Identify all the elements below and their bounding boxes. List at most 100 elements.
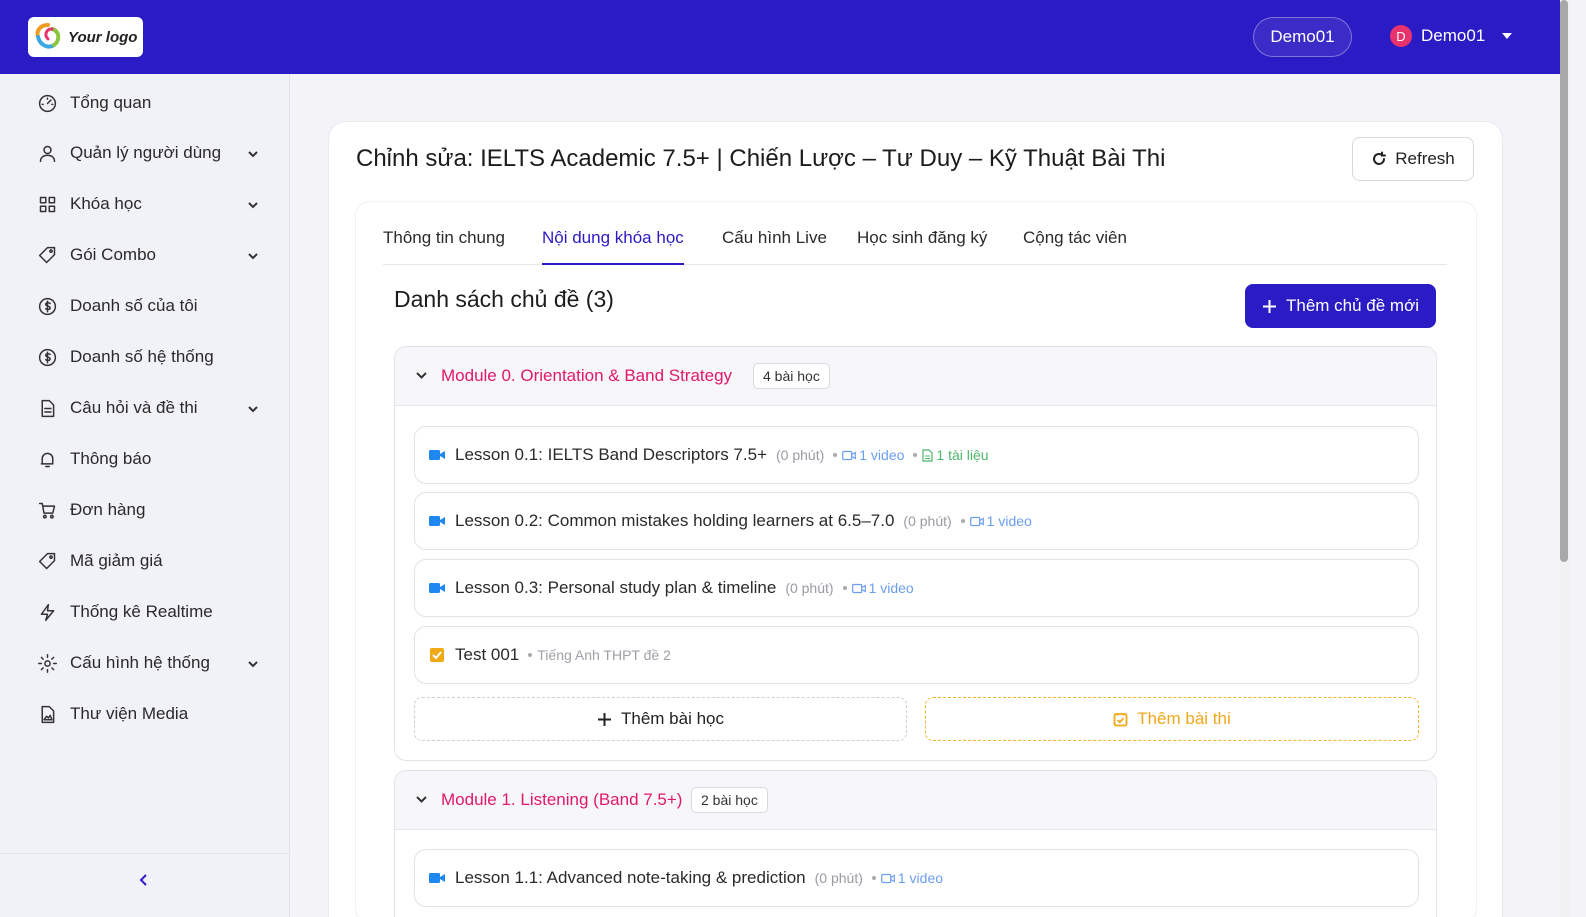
avatar: D [1390, 25, 1412, 47]
sidebar-item-courses[interactable]: Khóa học [36, 189, 266, 219]
demo-account-button[interactable]: Demo01 [1253, 17, 1352, 57]
tag-icon [36, 550, 58, 572]
module-header[interactable]: Module 1. Listening (Band 7.5+) 2 bài họ… [395, 771, 1436, 830]
sidebar-item-combo[interactable]: Gói Combo [36, 240, 266, 270]
chevron-down-icon [246, 401, 260, 415]
lesson-item[interactable]: Lesson 1.1: Advanced note-taking & predi… [414, 849, 1419, 907]
dollar-circle-icon [36, 295, 58, 317]
sidebar-item-users[interactable]: Quản lý người dùng [36, 138, 266, 168]
sidebar-item-realtime[interactable]: Thống kê Realtime [36, 597, 266, 627]
lesson-title: Lesson 1.1: Advanced note-taking & predi… [455, 868, 806, 887]
add-lesson-label: Thêm bài học [621, 709, 724, 728]
caret-down-icon [1502, 33, 1513, 39]
document-count: 1 tài liệu [913, 447, 989, 463]
active-tab-indicator [542, 263, 684, 265]
user-name: Demo01 [1421, 26, 1486, 45]
lesson-title: Lesson 0.2: Common mistakes holding lear… [455, 511, 895, 530]
page-title: Chỉnh sửa: IELTS Academic 7.5+ | Chiến L… [356, 145, 1166, 172]
module-card: Module 0. Orientation & Band Strategy 4 … [394, 346, 1437, 761]
video-camera-icon [429, 513, 445, 529]
sidebar-item-orders[interactable]: Đơn hàng [36, 495, 266, 525]
doc-outline-icon [922, 448, 934, 462]
add-test-label: Thêm bài thi [1137, 709, 1231, 728]
video-camera-icon [429, 447, 445, 463]
lesson-item[interactable]: Lesson 0.2: Common mistakes holding lear… [414, 492, 1419, 550]
lightning-icon [36, 601, 58, 623]
test-item[interactable]: Test 001 Tiếng Anh THPT đề 2 [414, 626, 1419, 684]
sidebar-item-coupons[interactable]: Mã giảm giá [36, 546, 266, 576]
collapse-sidebar-icon[interactable] [136, 872, 154, 890]
test-checklist-icon [429, 647, 445, 663]
lesson-duration: (0 phút) [776, 447, 825, 463]
lesson-count-badge: 4 bài học [753, 363, 830, 389]
refresh-icon [1373, 151, 1387, 165]
test-title: Test 001 [455, 645, 520, 664]
video-camera-icon [429, 580, 445, 596]
sidebar-item-label: Doanh số của tôi [70, 296, 198, 315]
refresh-button[interactable]: Refresh [1352, 137, 1474, 181]
video-count-label: 1 video [868, 580, 914, 596]
dashboard-icon [36, 92, 58, 114]
video-outline-icon [851, 583, 866, 593]
test-note: Tiếng Anh THPT đề 2 [528, 647, 671, 663]
module-header[interactable]: Module 0. Orientation & Band Strategy 4 … [395, 347, 1436, 406]
lesson-item[interactable]: Lesson 0.1: IELTS Band Descriptors 7.5+ … [414, 426, 1419, 484]
video-camera-icon [429, 870, 445, 886]
sidebar-item-label: Thống kê Realtime [70, 602, 213, 621]
chevron-down-icon [246, 248, 260, 262]
sidebar-item-my-sales[interactable]: Doanh số của tôi [36, 291, 266, 321]
video-count: 1 video [842, 580, 914, 596]
tab-enrolled-students[interactable]: Học sinh đăng ký [857, 228, 987, 248]
plus-icon [598, 712, 611, 726]
lesson-duration: (0 phút) [814, 870, 863, 886]
tab-bar: Thông tin chung Nội dung khóa học Cấu hì… [383, 224, 1447, 265]
chevron-down-icon[interactable] [415, 793, 428, 806]
sidebar-item-overview[interactable]: Tổng quan [36, 88, 266, 118]
lesson-duration: (0 phút) [903, 513, 952, 529]
video-count: 1 video [960, 513, 1032, 529]
cart-icon [36, 499, 58, 521]
chevron-down-icon[interactable] [415, 369, 428, 382]
grid-icon [36, 193, 58, 215]
chevron-down-icon [246, 197, 260, 211]
scrollbar-thumb[interactable] [1560, 0, 1568, 562]
bell-icon [36, 448, 58, 470]
top-header: Your logo Demo01 D Demo01 [0, 0, 1560, 74]
chevron-down-icon [246, 146, 260, 160]
tab-course-content[interactable]: Nội dung khóa học [542, 228, 684, 248]
user-menu[interactable]: D Demo01 [1390, 25, 1513, 47]
refresh-label: Refresh [1395, 149, 1455, 168]
logo-mark-icon [35, 23, 61, 49]
sidebar-item-label: Câu hỏi và đề thi [70, 398, 198, 417]
test-note-label: Tiếng Anh THPT đề 2 [537, 647, 671, 663]
sidebar-item-media[interactable]: Thư viện Media [36, 699, 266, 729]
sidebar-item-system-sales[interactable]: Doanh số hệ thống [36, 342, 266, 372]
tab-live-config[interactable]: Cấu hình Live [722, 228, 827, 248]
sidebar-item-label: Thư viện Media [70, 704, 189, 723]
add-lesson-button[interactable]: Thêm bài học [414, 697, 907, 741]
add-test-button[interactable]: Thêm bài thi [925, 697, 1419, 741]
user-icon [36, 142, 58, 164]
sidebar-item-label: Khóa học [70, 194, 142, 213]
video-count-label: 1 video [986, 513, 1032, 529]
sidebar-item-label: Quản lý người dùng [70, 143, 222, 162]
lesson-count-badge: 2 bài học [691, 787, 768, 813]
sidebar-item-label: Đơn hàng [70, 500, 146, 519]
video-outline-icon [842, 450, 857, 460]
lesson-item[interactable]: Lesson 0.3: Personal study plan & timeli… [414, 559, 1419, 617]
sidebar-item-questions[interactable]: Câu hỏi và đề thi [36, 393, 266, 423]
logo-text: Your logo [68, 28, 138, 46]
tab-general-info[interactable]: Thông tin chung [383, 228, 505, 248]
section-title: Danh sách chủ đề (3) [394, 286, 614, 312]
sidebar-item-settings[interactable]: Cấu hình hệ thống [36, 648, 266, 678]
tab-collaborators[interactable]: Cộng tác viên [1023, 228, 1127, 248]
module-title: Module 1. Listening (Band 7.5+) [441, 790, 683, 809]
logo[interactable]: Your logo [28, 17, 143, 57]
media-file-icon [36, 703, 58, 725]
video-count: 1 video [833, 447, 904, 463]
sidebar-item-notifications[interactable]: Thông báo [36, 444, 266, 474]
add-topic-button[interactable]: Thêm chủ đề mới [1245, 284, 1436, 328]
lesson-title: Lesson 0.3: Personal study plan & timeli… [455, 578, 777, 597]
sidebar-item-label: Thông báo [70, 449, 152, 468]
gear-icon [36, 652, 58, 674]
